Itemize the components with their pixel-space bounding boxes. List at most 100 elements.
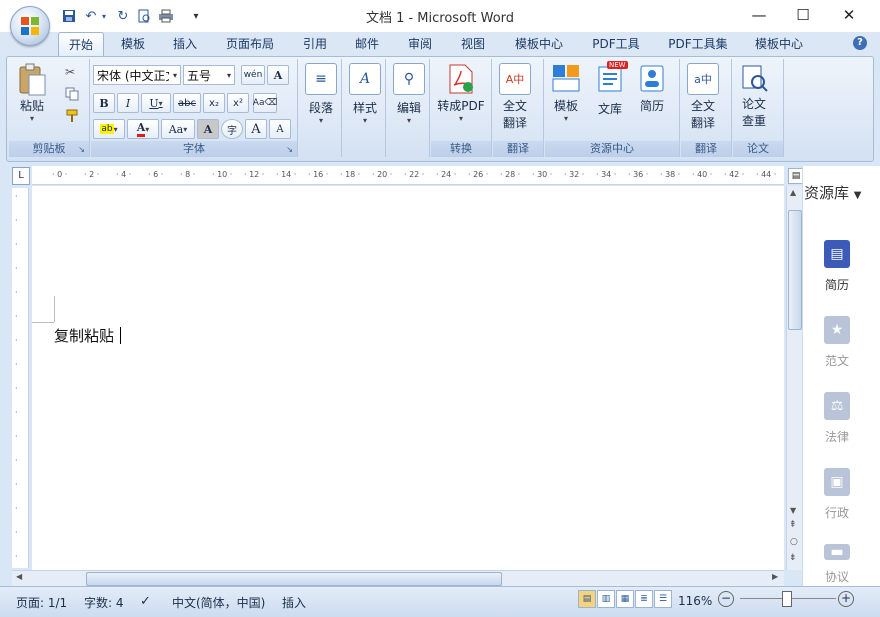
office-button[interactable] xyxy=(10,6,50,46)
cut-icon[interactable]: ✂ xyxy=(65,65,75,79)
status-language[interactable]: 中文(简体，中国) xyxy=(172,594,265,611)
full-translate-label-2: 翻译 xyxy=(502,116,527,130)
quick-print-icon[interactable] xyxy=(157,7,175,25)
full-translate-button-2[interactable]: a中 全文 翻译 xyxy=(687,63,719,131)
paragraph-button[interactable]: ≡ 段落 ▾ xyxy=(305,63,337,125)
styles-button[interactable]: A 样式 ▾ xyxy=(349,63,381,125)
editing-button[interactable]: ⚲ 编辑 ▾ xyxy=(393,63,425,125)
tab-view[interactable]: 视图 xyxy=(452,32,494,56)
enclose-char-button[interactable]: 字 xyxy=(221,119,243,139)
status-insert-mode[interactable]: 插入 xyxy=(282,594,306,611)
previous-page-icon[interactable]: ⇞ xyxy=(789,520,797,530)
next-page-icon[interactable]: ⇟ xyxy=(789,553,797,563)
bold-button[interactable]: B xyxy=(93,93,115,113)
save-icon[interactable] xyxy=(60,7,78,25)
tab-home[interactable]: 开始 xyxy=(58,32,104,56)
italic-button[interactable]: I xyxy=(117,93,139,113)
tab-selector[interactable]: L xyxy=(12,167,30,185)
font-launcher-icon[interactable]: ↘ xyxy=(286,145,293,154)
zoom-out-icon[interactable]: − xyxy=(718,591,734,607)
print-preview-icon[interactable] xyxy=(135,7,153,25)
side-item-law[interactable]: ⚖ 法律 xyxy=(808,392,866,445)
redo-icon[interactable]: ↻ xyxy=(114,7,132,25)
shrink-font-button[interactable]: A xyxy=(269,119,291,139)
char-border-icon[interactable]: A xyxy=(267,65,289,85)
change-case-button[interactable]: Aa ▾ xyxy=(161,119,195,139)
proofing-icon[interactable]: ✓ xyxy=(140,594,151,609)
font-color-dropdown-icon: ▾ xyxy=(145,124,150,134)
tab-mailings[interactable]: 邮件 xyxy=(346,32,388,56)
full-translate-label-1: 全文 xyxy=(502,99,527,113)
browse-object-icon[interactable]: ○ xyxy=(790,537,798,547)
library-button[interactable]: NEW 文库 xyxy=(595,61,628,117)
status-page[interactable]: 页面: 1/1 xyxy=(16,594,67,611)
full-translate-2-label-2: 翻译 xyxy=(690,116,715,130)
minimize-button[interactable]: — xyxy=(736,0,782,30)
format-painter-icon[interactable] xyxy=(65,109,79,126)
tab-template-center[interactable]: 模板中心 xyxy=(506,32,572,56)
underline-button[interactable]: U ▾ xyxy=(141,93,171,113)
document-page[interactable] xyxy=(32,186,784,570)
font-size-select[interactable]: 五号 ▾ xyxy=(183,65,235,85)
help-icon[interactable]: ? xyxy=(853,36,867,50)
subscript-button[interactable]: x₂ xyxy=(203,93,225,113)
side-panel-title[interactable]: 资源库 ▼ xyxy=(804,182,862,203)
ruler-tick: · xyxy=(15,384,18,393)
paste-button[interactable]: 粘贴 ▾ xyxy=(17,63,47,123)
paper-check-button[interactable]: 论文 查重 xyxy=(739,63,769,129)
tab-insert[interactable]: 插入 xyxy=(164,32,206,56)
side-item-sample[interactable]: ★ 范文 xyxy=(808,316,866,369)
side-item-resume[interactable]: ▤ 简历 xyxy=(808,240,866,293)
tab-template[interactable]: 模板 xyxy=(112,32,154,56)
strikethrough-button[interactable]: abc xyxy=(173,93,201,113)
side-item-agreement[interactable]: ▬ 协议 xyxy=(808,544,866,584)
print-layout-view-icon[interactable]: ▤ xyxy=(578,590,596,608)
scroll-down-icon[interactable]: ▼ xyxy=(790,506,796,515)
tab-review[interactable]: 审阅 xyxy=(399,32,441,56)
convert-pdf-button[interactable]: 转成PDF ▾ xyxy=(435,63,487,123)
status-word-count[interactable]: 字数: 4 xyxy=(84,594,124,611)
full-screen-reading-icon[interactable]: ▥ xyxy=(597,590,615,608)
full-translate-button[interactable]: A中 全文 翻译 xyxy=(499,63,531,131)
horizontal-ruler[interactable]: · 0 · · 2 · · 4 · · 6 · · 8 · · 10 · · 12 · · 1… xyxy=(32,166,784,185)
highlight-button[interactable]: ab ▾ xyxy=(93,119,125,139)
template-button[interactable]: 模板 ▾ xyxy=(551,63,581,123)
maximize-button[interactable]: ☐ xyxy=(780,0,826,30)
scroll-left-icon[interactable]: ◀ xyxy=(16,572,22,581)
tab-page-layout[interactable]: 页面布局 xyxy=(218,32,282,56)
font-color-button[interactable]: A ▾ xyxy=(127,119,159,139)
horizontal-scroll-thumb[interactable] xyxy=(86,572,502,586)
zoom-level[interactable]: 116% xyxy=(678,594,712,608)
tab-template-center-2[interactable]: 模板中心 xyxy=(746,32,812,56)
tab-pdf-toolset[interactable]: PDF工具集 xyxy=(660,32,736,56)
tab-references[interactable]: 引用 xyxy=(294,32,336,56)
undo-dropdown-icon[interactable]: ▾ xyxy=(99,7,109,25)
vertical-scroll-thumb[interactable] xyxy=(788,210,802,330)
superscript-button[interactable]: x² xyxy=(227,93,249,113)
convert-pdf-dropdown-icon: ▾ xyxy=(458,114,463,123)
font-name-select[interactable]: 宋体 (中文正文) ▾ xyxy=(93,65,181,85)
ruler-tick: · 28 · xyxy=(500,170,521,179)
outline-view-icon[interactable]: ≣ xyxy=(635,590,653,608)
clipboard-launcher-icon[interactable]: ↘ xyxy=(78,145,85,154)
zoom-slider-thumb[interactable] xyxy=(782,591,792,607)
document-text[interactable]: 复制粘贴 xyxy=(54,325,114,346)
scroll-right-icon[interactable]: ▶ xyxy=(772,572,778,581)
close-button[interactable]: ✕ xyxy=(826,0,872,30)
copy-icon[interactable] xyxy=(65,87,79,104)
qat-customize-icon[interactable]: ▾ xyxy=(187,7,205,25)
resume-button[interactable]: 简历 xyxy=(637,63,667,114)
tab-pdf-tools[interactable]: PDF工具 xyxy=(584,32,648,56)
side-item-admin[interactable]: ▣ 行政 xyxy=(808,468,866,521)
vertical-ruler[interactable]: · · · · · · · · · · · · · · · · xyxy=(12,188,29,568)
clear-formatting-icon[interactable]: Aa⌫ xyxy=(253,93,277,113)
phonetic-guide-icon[interactable]: wén xyxy=(241,65,265,85)
grow-font-button[interactable]: A xyxy=(245,119,267,139)
draft-view-icon[interactable]: ☰ xyxy=(654,590,672,608)
zoom-in-icon[interactable]: + xyxy=(838,591,854,607)
char-shading-button[interactable]: A xyxy=(197,119,219,139)
scroll-up-icon[interactable]: ▲ xyxy=(790,188,796,197)
web-layout-icon[interactable]: ▦ xyxy=(616,590,634,608)
paragraph-icon: ≡ xyxy=(305,63,337,95)
undo-icon[interactable]: ↶ xyxy=(82,7,100,25)
